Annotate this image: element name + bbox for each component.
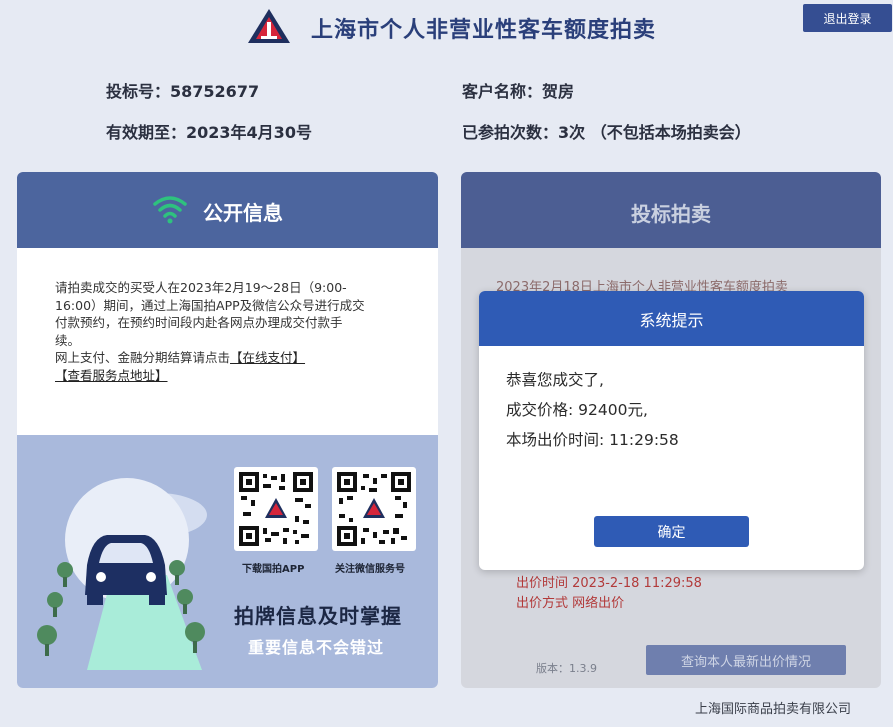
qr-code-icon (337, 472, 411, 546)
bid-time-text: 出价时间 2023-2-18 11:29:58 (516, 576, 702, 591)
car-illustration-icon (37, 478, 207, 670)
dialog-message-congrats: 恭喜您成交了, (506, 371, 604, 389)
company-footer: 上海国际商品拍卖有限公司 (695, 702, 852, 717)
qr-wechat-label: 关注微信服务号 (335, 564, 405, 575)
dialog-title: 系统提示 (479, 291, 864, 346)
service-point-link[interactable]: 【查看服务点地址】 (55, 368, 168, 383)
logout-button[interactable]: 退出登录 (803, 4, 892, 32)
auction-title: 投标拍卖 (631, 202, 711, 226)
online-pay-link[interactable]: 【在线支付】 (230, 350, 305, 365)
triangle-logo-icon (248, 9, 290, 43)
bid-number-label: 投标号： (106, 82, 171, 101)
query-latest-bid-button[interactable]: 查询本人最新出价情况 (646, 645, 846, 675)
app-header: 上海市个人非营业性客车额度拍卖 退出登录 (0, 0, 893, 56)
public-info-panel: 公开信息 请拍卖成交的买受人在2023年2月19～28日（9:00- 16:00… (17, 172, 438, 688)
dialog-message-time: 本场出价时间: 11:29:58 (506, 431, 679, 449)
promo-area: 下载国拍APP 关注微信服务号 拍牌信息及时掌握 重要信息不会错过 (17, 435, 438, 688)
notice-text: 请拍卖成交的买受人在2023年2月19～28日（9:00- 16:00）期间，通… (55, 279, 405, 384)
slogan-main: 拍牌信息及时掌握 (234, 604, 402, 628)
car-icon (85, 535, 167, 605)
wifi-icon (153, 196, 187, 224)
valid-label: 有效期至： (106, 123, 187, 142)
dialog-message-price: 成交价格: 92400元, (506, 401, 648, 419)
system-alert-dialog: 系统提示 恭喜您成交了, 成交价格: 92400元, 本场出价时间: 11:29… (479, 291, 864, 570)
public-info-header: 公开信息 (17, 172, 438, 248)
slogan-sub: 重要信息不会错过 (248, 638, 385, 657)
public-info-title: 公开信息 (203, 201, 283, 225)
valid-value: 2023年4月30号 (186, 123, 312, 142)
customer-name: 客户名称：贺房 (462, 78, 574, 102)
online-pay-row: 网上支付、金融分期结算请点击【在线支付】 (55, 349, 405, 367)
qr-code-icon (239, 472, 313, 546)
notice-line: 续。 (55, 332, 81, 348)
bid-method-text: 出价方式 网络出价 (516, 596, 625, 611)
auction-header: 投标拍卖 (461, 172, 881, 248)
notice-line: 付款预约，在预约时间段内赴各网点办理成交付款手 (55, 315, 343, 330)
count-value: 3次 （不包括本场拍卖会） (558, 123, 751, 142)
page-title: 上海市个人非营业性客车额度拍卖 (311, 18, 657, 43)
customer-label: 客户名称： (462, 82, 543, 101)
qr-app-label: 下载国拍APP (242, 564, 305, 575)
valid-until: 有效期至：2023年4月30号 (106, 119, 312, 143)
confirm-button[interactable]: 确定 (594, 516, 749, 547)
customer-value: 贺房 (542, 82, 575, 101)
count-label: 已参拍次数： (462, 123, 559, 142)
notice-line: 请拍卖成交的买受人在2023年2月19～28日（9:00- (55, 280, 347, 295)
bid-number: 投标号：58752677 (106, 78, 259, 102)
version-text: 版本：1.3.9 (536, 662, 597, 675)
bid-number-value: 58752677 (170, 82, 260, 101)
notice-line: 16:00）期间，通过上海国拍APP及微信公众号进行成交 (55, 297, 365, 313)
online-pay-prefix: 网上支付、金融分期结算请点击 (55, 350, 231, 365)
qr-code-app (234, 467, 318, 551)
qr-code-wechat (332, 467, 416, 551)
auction-count: 已参拍次数：3次 （不包括本场拍卖会） (462, 119, 751, 143)
